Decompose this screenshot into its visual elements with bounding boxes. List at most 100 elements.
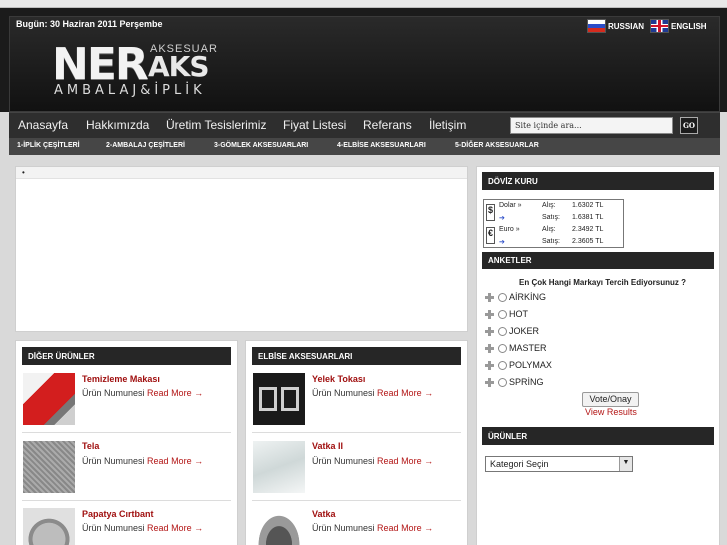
radio-button[interactable]: [498, 360, 507, 370]
poll-option[interactable]: JOKER: [484, 325, 539, 337]
doviz-row: ➔ Satış: 2.3605 TL: [484, 237, 623, 247]
read-more-link[interactable]: Read More →: [377, 388, 433, 398]
nav-referans[interactable]: Referans: [363, 118, 412, 132]
poll-option-label: SPRİNG: [509, 377, 544, 387]
kategori-select[interactable]: Kategori Seçin ▼: [485, 456, 633, 472]
radio-button[interactable]: [498, 377, 507, 387]
subnav-ambalaj[interactable]: 2-AMBALAJ ÇEŞİTLERİ: [106, 142, 185, 149]
arrow-icon: ➔: [499, 215, 505, 222]
lang-english-label: ENGLISH: [671, 21, 707, 31]
poll-question: En Çok Hangi Markayı Tercih Ediyorsunuz …: [519, 278, 686, 287]
read-more-link[interactable]: Read More →: [147, 523, 203, 533]
uk-flag-icon: [650, 19, 669, 33]
nav-iletisim[interactable]: İletişim: [429, 118, 466, 132]
plus-icon: [484, 292, 495, 303]
subnav-iplik[interactable]: 1-İPLİK ÇEŞİTLERİ: [17, 142, 80, 149]
product-title[interactable]: Tela: [82, 441, 99, 451]
poll-option[interactable]: HOT: [484, 308, 528, 320]
subnav-diger[interactable]: 5-DİĞER AKSESUARLAR: [455, 142, 539, 149]
product-title[interactable]: Vatka II: [312, 441, 343, 451]
read-more-link[interactable]: Read More →: [377, 456, 433, 466]
logo-ner-text: NER: [52, 39, 149, 90]
divider: [22, 432, 231, 433]
radio-button[interactable]: [498, 326, 507, 336]
divider: [252, 500, 461, 501]
papatya-cirtbant-image[interactable]: [23, 508, 75, 545]
product-desc-text: Ürün Numunesi: [82, 388, 145, 398]
search-input[interactable]: Site içinde ara...: [510, 117, 673, 134]
divider: [252, 432, 461, 433]
russia-flag-icon: [587, 19, 606, 33]
content-topbar: [16, 167, 467, 179]
product-desc: Ürün Numunesi Read More →: [312, 456, 433, 466]
doviz-currency: Dolar »: [499, 202, 522, 209]
main-content-panel: •: [15, 166, 468, 332]
poll-option[interactable]: AİRKİNG: [484, 291, 546, 303]
plus-icon: [484, 360, 495, 371]
lang-russian-label: RUSSIAN: [608, 21, 645, 31]
radio-button[interactable]: [498, 292, 507, 302]
tela-image[interactable]: [23, 441, 75, 493]
yelek-tokasi-image[interactable]: [253, 373, 305, 425]
product-desc: Ürün Numunesi Read More →: [312, 523, 433, 533]
nav-uretim-tesislerimiz[interactable]: Üretim Tesislerimiz: [166, 118, 266, 132]
product-title[interactable]: Papatya Cırtbant: [82, 509, 154, 519]
product-desc: Ürün Numunesi Read More →: [312, 388, 433, 398]
search-go-button[interactable]: GO: [680, 117, 698, 134]
plus-icon: [484, 326, 495, 337]
buckle-right-shape: [281, 387, 299, 411]
product-desc-text: Ürün Numunesi: [312, 388, 375, 398]
doviz-row: Dolar » Alış: 1.6302 TL: [484, 201, 623, 212]
nav-anasayfa[interactable]: Anasayfa: [18, 118, 68, 132]
anketler-title: ANKETLER: [482, 252, 714, 269]
product-title[interactable]: Temizleme Makası: [82, 374, 160, 384]
doviz-value: 1.6302 TL: [572, 202, 604, 209]
site-logo[interactable]: NER AKSESUAR AKS AMBALAJ&İPLİK: [52, 43, 222, 105]
doviz-value: 2.3492 TL: [572, 226, 604, 233]
product-desc: Ürün Numunesi Read More →: [82, 456, 203, 466]
doviz-row: Euro » Alış: 2.3492 TL: [484, 225, 623, 236]
content-bullet: •: [22, 168, 25, 177]
vatka-ii-image[interactable]: [253, 441, 305, 493]
read-more-link[interactable]: Read More →: [147, 456, 203, 466]
product-title[interactable]: Yelek Tokası: [312, 374, 365, 384]
doviz-type: Alış:: [542, 202, 556, 209]
doviz-type: Satış:: [542, 214, 560, 221]
kategori-select-value: Kategori Seçin: [490, 459, 549, 469]
read-more-link[interactable]: Read More →: [147, 388, 203, 398]
product-desc: Ürün Numunesi Read More →: [82, 523, 203, 533]
buckle-left-shape: [259, 387, 277, 411]
vatka-image[interactable]: [253, 508, 305, 545]
poll-option[interactable]: SPRİNG: [484, 376, 544, 388]
radio-button[interactable]: [498, 343, 507, 353]
lang-russian-link[interactable]: RUSSIAN: [587, 19, 644, 33]
doviz-value: 2.3605 TL: [572, 238, 604, 245]
nav-hakkimizda[interactable]: Hakkımızda: [86, 118, 149, 132]
product-desc-text: Ürün Numunesi: [312, 456, 375, 466]
logo-subtitle: AMBALAJ&İPLİK: [54, 83, 206, 98]
current-date: Bugün: 30 Haziran 2011 Perşembe: [16, 19, 163, 29]
lang-english-link[interactable]: ENGLISH: [650, 19, 707, 33]
chevron-down-icon: ▼: [619, 457, 632, 471]
poll-option-label: HOT: [509, 309, 528, 319]
logo-aks-text: AKS: [148, 50, 210, 83]
arrow-icon: ➔: [499, 239, 505, 246]
product-title[interactable]: Vatka: [312, 509, 336, 519]
poll-option[interactable]: POLYMAX: [484, 359, 552, 371]
subnav-gomlek[interactable]: 3-GÖMLEK AKSESUARLARI: [214, 142, 308, 149]
radio-button[interactable]: [498, 309, 507, 319]
subnav-elbise[interactable]: 4-ELBİSE AKSESUARLARI: [337, 142, 426, 149]
divider: [22, 500, 231, 501]
vote-button[interactable]: Vote/Onay: [582, 392, 639, 407]
poll-option[interactable]: MASTER: [484, 342, 547, 354]
product-desc: Ürün Numunesi Read More →: [82, 388, 203, 398]
view-results-link[interactable]: View Results: [585, 407, 637, 417]
poll-option-label: POLYMAX: [509, 360, 552, 370]
read-more-link[interactable]: Read More →: [377, 523, 433, 533]
doviz-currency: Euro »: [499, 226, 520, 233]
temizleme-makasi-image[interactable]: [23, 373, 75, 425]
nav-fiyat-listesi[interactable]: Fiyat Listesi: [283, 118, 346, 132]
doviz-kuru-title: DÖVİZ KURU: [482, 172, 714, 190]
poll-option-label: MASTER: [509, 343, 547, 353]
plus-icon: [484, 343, 495, 354]
